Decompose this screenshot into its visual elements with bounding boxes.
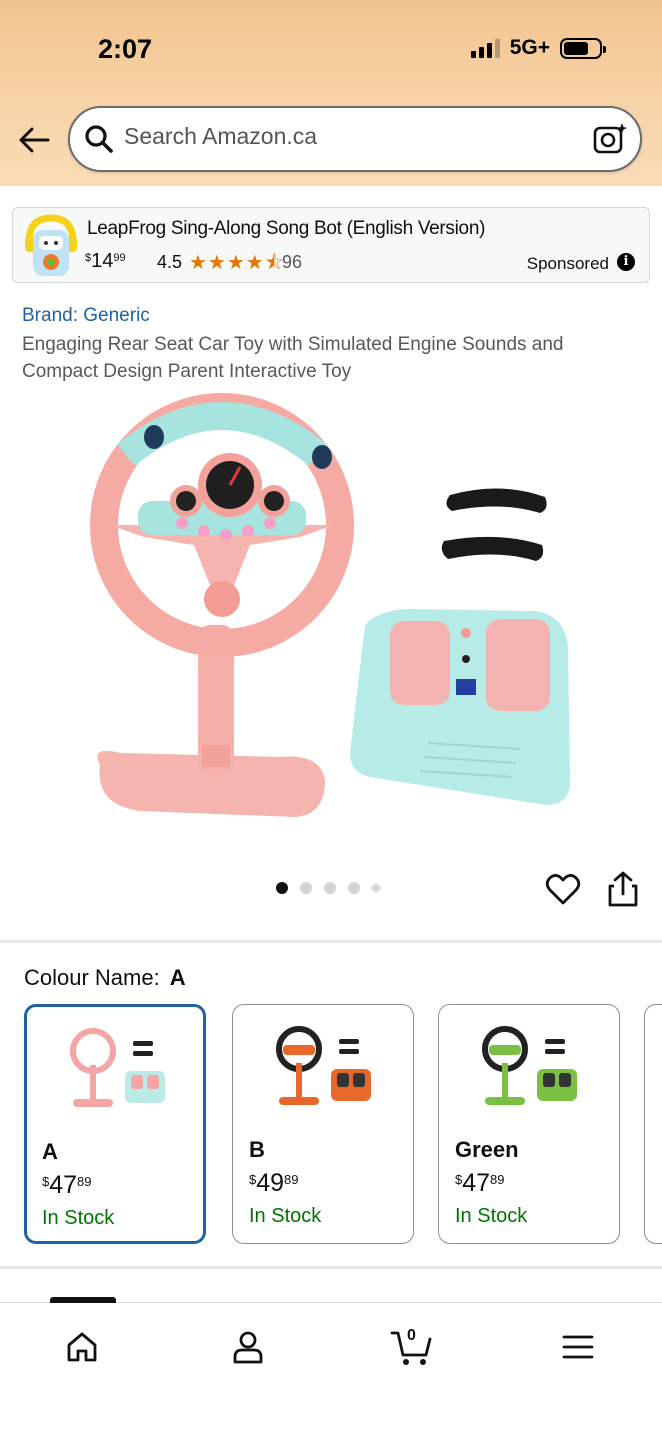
ad-price-symbol: $	[85, 252, 92, 264]
nav-cart[interactable]: 0	[390, 1325, 434, 1369]
option-price-symbol: $	[455, 1172, 463, 1187]
section-divider	[0, 1266, 662, 1269]
option-price: $4789	[42, 1171, 92, 1200]
option-price: $4989	[249, 1169, 299, 1198]
nav-account[interactable]	[226, 1325, 270, 1369]
back-button[interactable]	[16, 122, 52, 158]
home-icon	[67, 1332, 97, 1362]
ad-star-rating: ★★★★⯪	[189, 252, 285, 274]
ad-product-title[interactable]: LeapFrog Sing-Along Song Bot (English Ve…	[87, 218, 485, 240]
ad-price: $1499	[85, 250, 126, 273]
image-carousel-dots[interactable]	[276, 882, 380, 894]
signal-icon	[470, 38, 500, 58]
nav-menu[interactable]	[556, 1325, 600, 1369]
carousel-dot[interactable]	[348, 882, 360, 894]
menu-icon	[562, 1335, 594, 1359]
active-tab-indicator	[50, 1297, 116, 1303]
share-icon[interactable]	[606, 870, 640, 908]
status-indicators: 5G+	[470, 36, 606, 60]
search-bar[interactable]	[68, 106, 642, 172]
option-name: B	[249, 1137, 265, 1162]
option-green-thumbnail	[482, 1026, 577, 1105]
option-price-fraction: 89	[77, 1174, 92, 1189]
option-price-fraction: 89	[490, 1172, 505, 1187]
camera-search-icon[interactable]	[592, 121, 628, 155]
option-price: $4789	[455, 1169, 505, 1198]
option-stock-status: In Stock	[249, 1205, 322, 1227]
network-label: 5G+	[509, 36, 550, 59]
sponsored-product-banner[interactable]: LeapFrog Sing-Along Song Bot (English Ve…	[12, 207, 650, 283]
nav-home[interactable]	[60, 1325, 104, 1369]
status-time: 2:07	[98, 34, 153, 64]
carousel-dot[interactable]	[276, 882, 288, 894]
carousel-dot[interactable]	[324, 882, 336, 894]
option-name: A	[42, 1139, 58, 1164]
colour-option-green[interactable]: Green $4789 In Stock	[438, 1004, 620, 1244]
option-price-symbol: $	[249, 1172, 257, 1187]
carousel-dot[interactable]	[372, 884, 380, 892]
ad-rating-value: 4.5	[157, 252, 183, 272]
header: 2:07 5G+	[0, 0, 662, 186]
sponsored-label: Sponsored	[526, 254, 609, 273]
colour-label-text: Colour Name:	[24, 965, 160, 990]
search-input[interactable]	[124, 123, 564, 150]
option-name: Green	[455, 1137, 519, 1162]
colour-option-b[interactable]: B $4989 In Stock	[232, 1004, 414, 1244]
option-price-whole: 47	[49, 1171, 78, 1199]
cart-count-badge: 0	[407, 1327, 416, 1344]
colour-option-a[interactable]: A $4789 In Stock	[24, 1004, 206, 1244]
product-title: Engaging Rear Seat Car Toy with Simulate…	[22, 334, 564, 382]
ad-price-fraction: 99	[113, 252, 126, 264]
song-bot-thumbnail	[25, 214, 77, 276]
ad-review-count[interactable]: 96	[282, 252, 302, 273]
heart-icon[interactable]	[545, 872, 581, 908]
search-icon[interactable]	[84, 124, 114, 154]
option-a-thumbnail	[70, 1028, 165, 1107]
colour-option-partial[interactable]	[644, 1004, 662, 1244]
colour-selected-value: A	[169, 965, 186, 990]
back-arrow-icon	[19, 127, 50, 153]
product-image[interactable]	[80, 385, 590, 835]
colour-name-label: Colour Name: A	[24, 965, 186, 991]
battery-icon	[560, 37, 606, 59]
option-price-whole: 49	[256, 1169, 285, 1197]
section-divider	[0, 940, 662, 943]
option-b-thumbnail	[276, 1026, 371, 1105]
account-icon	[233, 1331, 263, 1364]
carousel-dot[interactable]	[300, 882, 312, 894]
brand-link[interactable]: Brand: Generic	[22, 305, 150, 327]
option-stock-status: In Stock	[455, 1205, 528, 1227]
option-price-whole: 47	[462, 1169, 491, 1197]
option-price-fraction: 89	[284, 1172, 299, 1187]
ad-price-whole: 14	[91, 250, 114, 272]
info-icon[interactable]: i	[617, 253, 635, 271]
option-stock-status: In Stock	[42, 1207, 115, 1229]
option-price-symbol: $	[42, 1174, 50, 1189]
bottom-navigation: 0	[0, 1297, 662, 1440]
